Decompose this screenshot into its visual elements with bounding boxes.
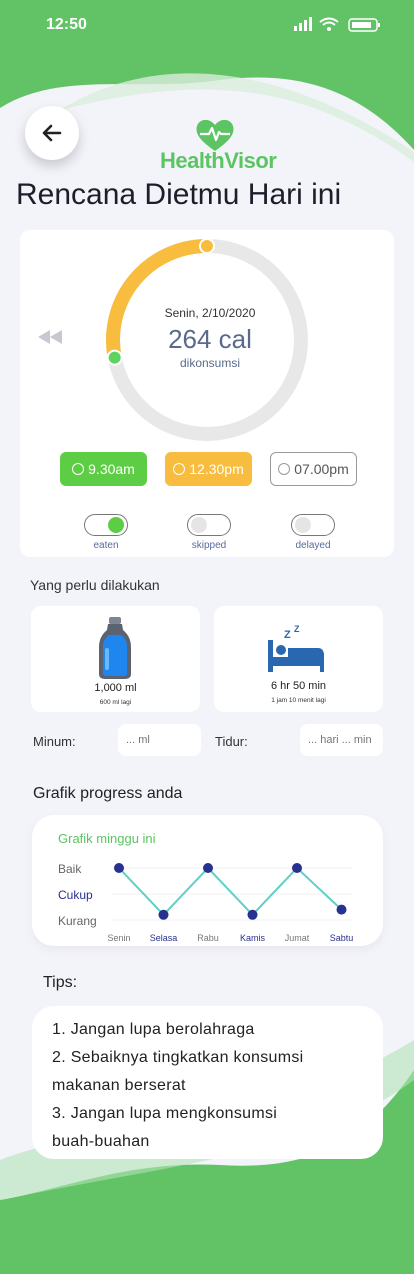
- y-tick-label: Cukup: [58, 888, 93, 902]
- tip-line: 2. Sebaiknya tingkatkan konsumsi: [52, 1049, 304, 1066]
- data-point: [247, 909, 258, 920]
- sleep-bed-icon: Z Z: [268, 624, 324, 672]
- x-tick-label: Jumat: [285, 933, 310, 943]
- clock-icon: [173, 463, 186, 475]
- daily-plan-card: Senin, 2/10/2020 264 cal dikonsumsi 9.30…: [20, 230, 394, 557]
- page-title: Rencana Dietmu Hari ini: [16, 178, 342, 211]
- app-name: HealthVisor: [160, 148, 277, 173]
- meal-time-label: 07.00pm: [294, 461, 349, 477]
- clock-icon: [278, 463, 291, 475]
- sleep-amount: 6 hr 50 min: [270, 680, 327, 692]
- back-button[interactable]: [25, 106, 79, 160]
- data-point: [292, 863, 302, 873]
- date-label: Senin, 2/10/2020: [164, 306, 256, 320]
- app-logo: HealthVisor: [160, 118, 277, 178]
- drink-amount: 1,000 ml: [94, 682, 137, 694]
- todo-section-title: Yang perlu dilakukan: [30, 577, 160, 593]
- svg-text:Z: Z: [294, 624, 300, 634]
- arrow-left-icon: [42, 124, 62, 142]
- data-point: [158, 909, 169, 920]
- toggle-label-skipped: skipped: [191, 540, 227, 551]
- sleep-input-label: Tidur:: [215, 734, 248, 749]
- y-tick-label: Kurang: [58, 914, 97, 928]
- toggle-delayed[interactable]: [291, 514, 335, 536]
- tip-line: 3. Jangan lupa mengkonsumsi: [52, 1105, 278, 1122]
- toggle-knob: [295, 517, 311, 533]
- status-icons: [294, 17, 380, 32]
- series-line: [118, 866, 343, 917]
- tip-line: 1. Jangan lupa berolahraga: [52, 1021, 255, 1038]
- battery-icon: [348, 18, 380, 32]
- progress-section-title: Grafik progress anda: [33, 785, 183, 802]
- toggle-label-eaten: eaten: [93, 540, 119, 551]
- heart-pulse-icon: [196, 119, 234, 151]
- ring-end-dot: [199, 238, 215, 254]
- toggle-knob: [191, 517, 207, 533]
- signal-icon: [294, 17, 312, 31]
- svg-text:Z: Z: [284, 629, 291, 641]
- calories-label: dikonsumsi: [179, 356, 241, 370]
- calories-value: 264 cal: [168, 324, 252, 354]
- x-tick-label: Selasa: [150, 933, 178, 943]
- sleep-input[interactable]: [300, 724, 383, 756]
- data-point: [203, 863, 213, 873]
- data-point: [114, 863, 124, 873]
- progress-chart-card: Grafik minggu ini Kurang Cukup Baik Senin Se…: [32, 815, 383, 946]
- x-tick-label: Rabu: [197, 933, 219, 943]
- meal-time-label: 12.30pm: [189, 461, 244, 477]
- toggle-skipped[interactable]: [187, 514, 231, 536]
- progress-line-chart: Kurang Cukup Baik Senin Selasa Rabu Kamis Jumat…: [58, 862, 354, 943]
- x-tick-label: Senin: [107, 933, 130, 943]
- drink-remaining: 600 ml lagi: [99, 699, 132, 706]
- drink-input[interactable]: [118, 724, 201, 756]
- tips-title: Tips:: [43, 974, 78, 991]
- drink-input-label: Minum:: [33, 734, 76, 749]
- y-tick-label: Baik: [58, 862, 82, 876]
- clock-icon: [72, 463, 85, 475]
- tip-line: buah-buahan: [52, 1133, 150, 1150]
- water-bottle-icon: [99, 617, 131, 679]
- data-point: [336, 904, 347, 915]
- x-tick-label: Sabtu: [330, 933, 354, 943]
- wifi-icon: [319, 17, 339, 26]
- status-time: 12:50: [46, 16, 87, 33]
- tips-card: 1. Jangan lupa berolahraga 2. Sebaiknya …: [32, 1006, 383, 1159]
- tip-line: makanan berserat: [52, 1077, 186, 1094]
- drink-card[interactable]: 1,000 ml 600 ml lagi: [31, 606, 200, 712]
- meal-time-label: 9.30am: [88, 461, 135, 477]
- sleep-remaining: 1 jam 10 menit lagi: [271, 697, 326, 704]
- meal-time-button-1[interactable]: 9.30am: [60, 452, 147, 486]
- toggle-label-delayed: delayed: [295, 540, 331, 551]
- toggle-eaten[interactable]: [84, 514, 128, 536]
- toggle-knob: [108, 517, 124, 533]
- sleep-card[interactable]: Z Z 6 hr 50 min 1 jam 10 menit lagi: [214, 606, 383, 712]
- meal-time-button-2[interactable]: 12.30pm: [165, 452, 252, 486]
- x-tick-label: Kamis: [240, 933, 266, 943]
- meal-time-button-3[interactable]: 07.00pm: [270, 452, 357, 486]
- rewind-icon[interactable]: [38, 330, 62, 344]
